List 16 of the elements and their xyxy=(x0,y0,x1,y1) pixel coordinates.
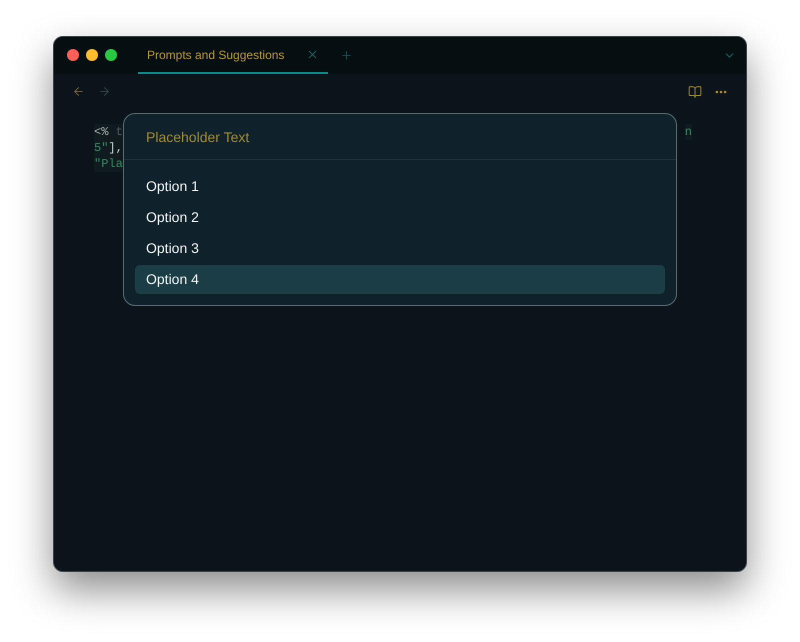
book-icon[interactable] xyxy=(688,84,702,98)
option-item[interactable]: Option 4 xyxy=(135,265,665,294)
option-item[interactable]: Option 3 xyxy=(135,234,665,263)
tab[interactable]: Prompts and Suggestions xyxy=(138,37,328,74)
option-item[interactable]: Option 1 xyxy=(135,172,665,201)
option-item[interactable]: Option 2 xyxy=(135,203,665,232)
window-zoom-button[interactable] xyxy=(105,49,117,61)
code-text: "Pla xyxy=(94,156,123,172)
search-field[interactable]: Placeholder Text xyxy=(146,124,654,148)
close-icon[interactable] xyxy=(306,48,319,61)
window-minimize-button[interactable] xyxy=(86,49,98,61)
code-text: <% t xyxy=(94,124,123,140)
window-close-button[interactable] xyxy=(67,49,79,61)
back-arrow-icon[interactable] xyxy=(72,85,85,98)
code-text: 5"], xyxy=(94,140,123,156)
code-text: n xyxy=(684,124,692,140)
